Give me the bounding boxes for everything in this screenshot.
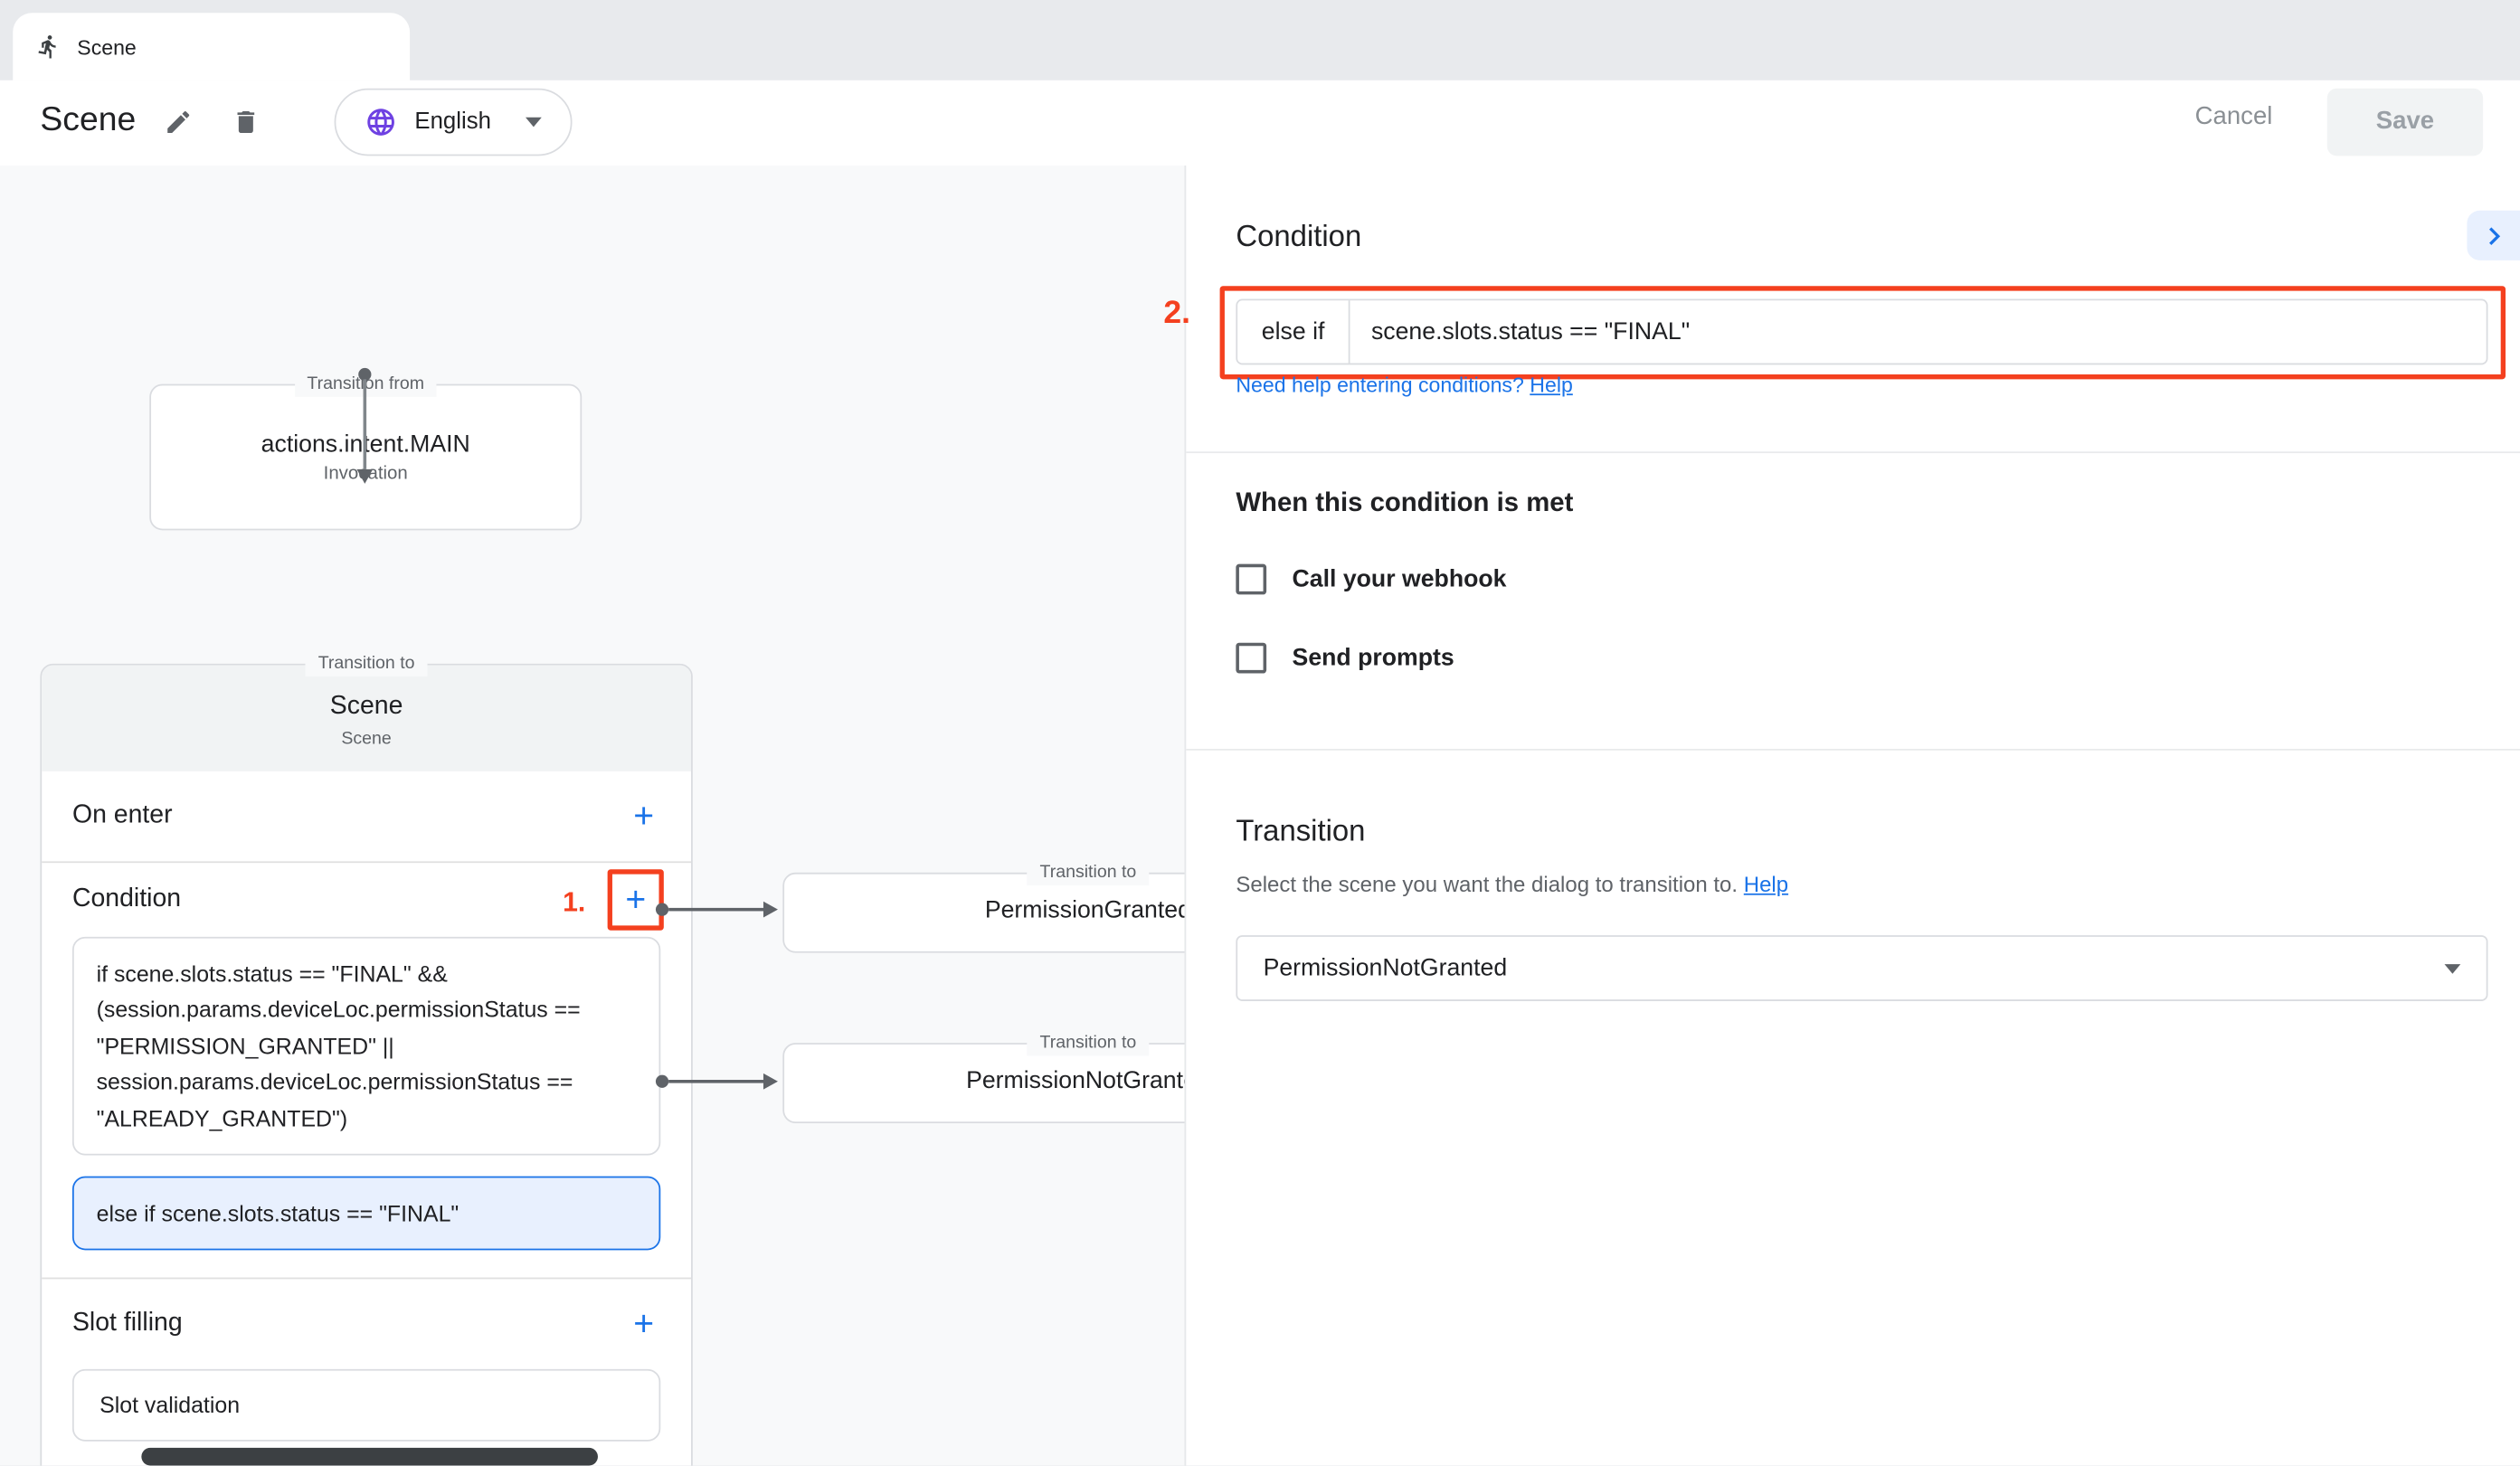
transition-section-title: Transition xyxy=(1236,813,1365,848)
tab-title: Scene xyxy=(77,34,137,59)
caret-down-icon xyxy=(2445,963,2461,973)
condition-expression-input[interactable] xyxy=(1350,300,2487,363)
scene-header: Scene English Cancel Save xyxy=(0,80,2520,166)
language-value: English xyxy=(414,109,491,135)
send-prompts-checkbox-row: Send prompts xyxy=(1236,643,1454,674)
node-legend: Transition to xyxy=(1027,861,1149,885)
transition-description-text: Select the scene you want the dialog to … xyxy=(1236,873,1738,897)
annotation-2: 2. xyxy=(1163,296,1190,333)
panel-divider xyxy=(1186,749,2520,751)
panel-divider xyxy=(1186,451,2520,453)
when-condition-met-title: When this condition is met xyxy=(1236,488,1573,519)
transition-help-link[interactable]: Help xyxy=(1744,873,1788,897)
condition-label: Condition xyxy=(72,885,181,914)
scene-name: Scene xyxy=(42,693,691,722)
chevron-right-icon xyxy=(2476,218,2511,253)
tab-scene[interactable]: Scene xyxy=(13,13,410,80)
condition-help-link[interactable]: Help xyxy=(1530,373,1573,397)
add-slot-button[interactable]: + xyxy=(624,1304,664,1346)
on-enter-label: On enter xyxy=(72,802,173,831)
send-prompts-label[interactable]: Send prompts xyxy=(1293,644,1454,671)
pencil-icon xyxy=(164,108,193,137)
webhook-checkbox-row: Call your webhook xyxy=(1236,564,1506,595)
page-title: Scene xyxy=(40,101,136,140)
browser-tab-bar: Scene xyxy=(0,0,2520,80)
globe-icon xyxy=(365,106,397,138)
condition-prefix-label: else if xyxy=(1237,300,1350,363)
node-scene-card: Transition to Scene Scene On enter + Con… xyxy=(40,664,692,1466)
slot-filling-label: Slot filling xyxy=(72,1310,183,1339)
collapse-panel-button[interactable] xyxy=(2467,211,2520,260)
condition-section: Condition 1. + xyxy=(42,863,691,937)
add-on-enter-button[interactable]: + xyxy=(624,796,664,837)
annotation-highlight-1: 1. + xyxy=(608,869,664,931)
delete-scene-button[interactable] xyxy=(230,108,262,140)
run-person-icon xyxy=(35,33,61,59)
condition-help-text: Need help entering conditions? xyxy=(1236,373,1523,397)
horizontal-scrollbar-thumb[interactable] xyxy=(141,1448,598,1466)
chevron-down-icon xyxy=(525,118,541,128)
transition-scene-value: PermissionNotGranted xyxy=(1264,954,2445,981)
node-legend: Transition to xyxy=(305,652,427,676)
transition-description: Select the scene you want the dialog to … xyxy=(1236,873,1788,897)
slot-item-validation[interactable]: Slot validation xyxy=(72,1370,660,1442)
scene-card-header[interactable]: Scene Scene xyxy=(42,666,691,771)
condition-item-2-selected[interactable]: else if scene.slots.status == "FINAL" xyxy=(72,1177,660,1251)
language-selector[interactable]: English xyxy=(335,89,572,156)
annotation-1: 1. xyxy=(563,887,585,920)
scene-type: Scene xyxy=(42,730,691,749)
condition-item-1[interactable]: if scene.slots.status == "FINAL" && (ses… xyxy=(72,937,660,1156)
edit-scene-button[interactable] xyxy=(162,108,194,140)
node-legend: Transition to xyxy=(1027,1032,1149,1056)
trash-icon xyxy=(232,108,261,137)
app-window: Scene Scene English Cancel Save Transiti… xyxy=(0,0,2520,1465)
condition-help-line: Need help entering conditions? Help xyxy=(1236,373,1572,397)
send-prompts-checkbox[interactable] xyxy=(1236,643,1266,674)
save-button[interactable]: Save xyxy=(2327,89,2483,156)
call-webhook-checkbox[interactable] xyxy=(1236,564,1266,595)
panel-title: Condition xyxy=(1236,219,1361,254)
transition-scene-dropdown[interactable]: PermissionNotGranted xyxy=(1236,935,2487,1001)
cancel-button[interactable]: Cancel xyxy=(2195,103,2273,132)
slot-filling-section: Slot filling + xyxy=(42,1280,691,1370)
condition-expression-control: else if xyxy=(1236,298,2487,364)
on-enter-section: On enter + xyxy=(42,771,691,862)
call-webhook-label[interactable]: Call your webhook xyxy=(1293,565,1507,592)
add-condition-button[interactable]: + xyxy=(616,879,656,921)
condition-editor-panel: Condition 2. else if Need help entering … xyxy=(1185,166,2520,1465)
